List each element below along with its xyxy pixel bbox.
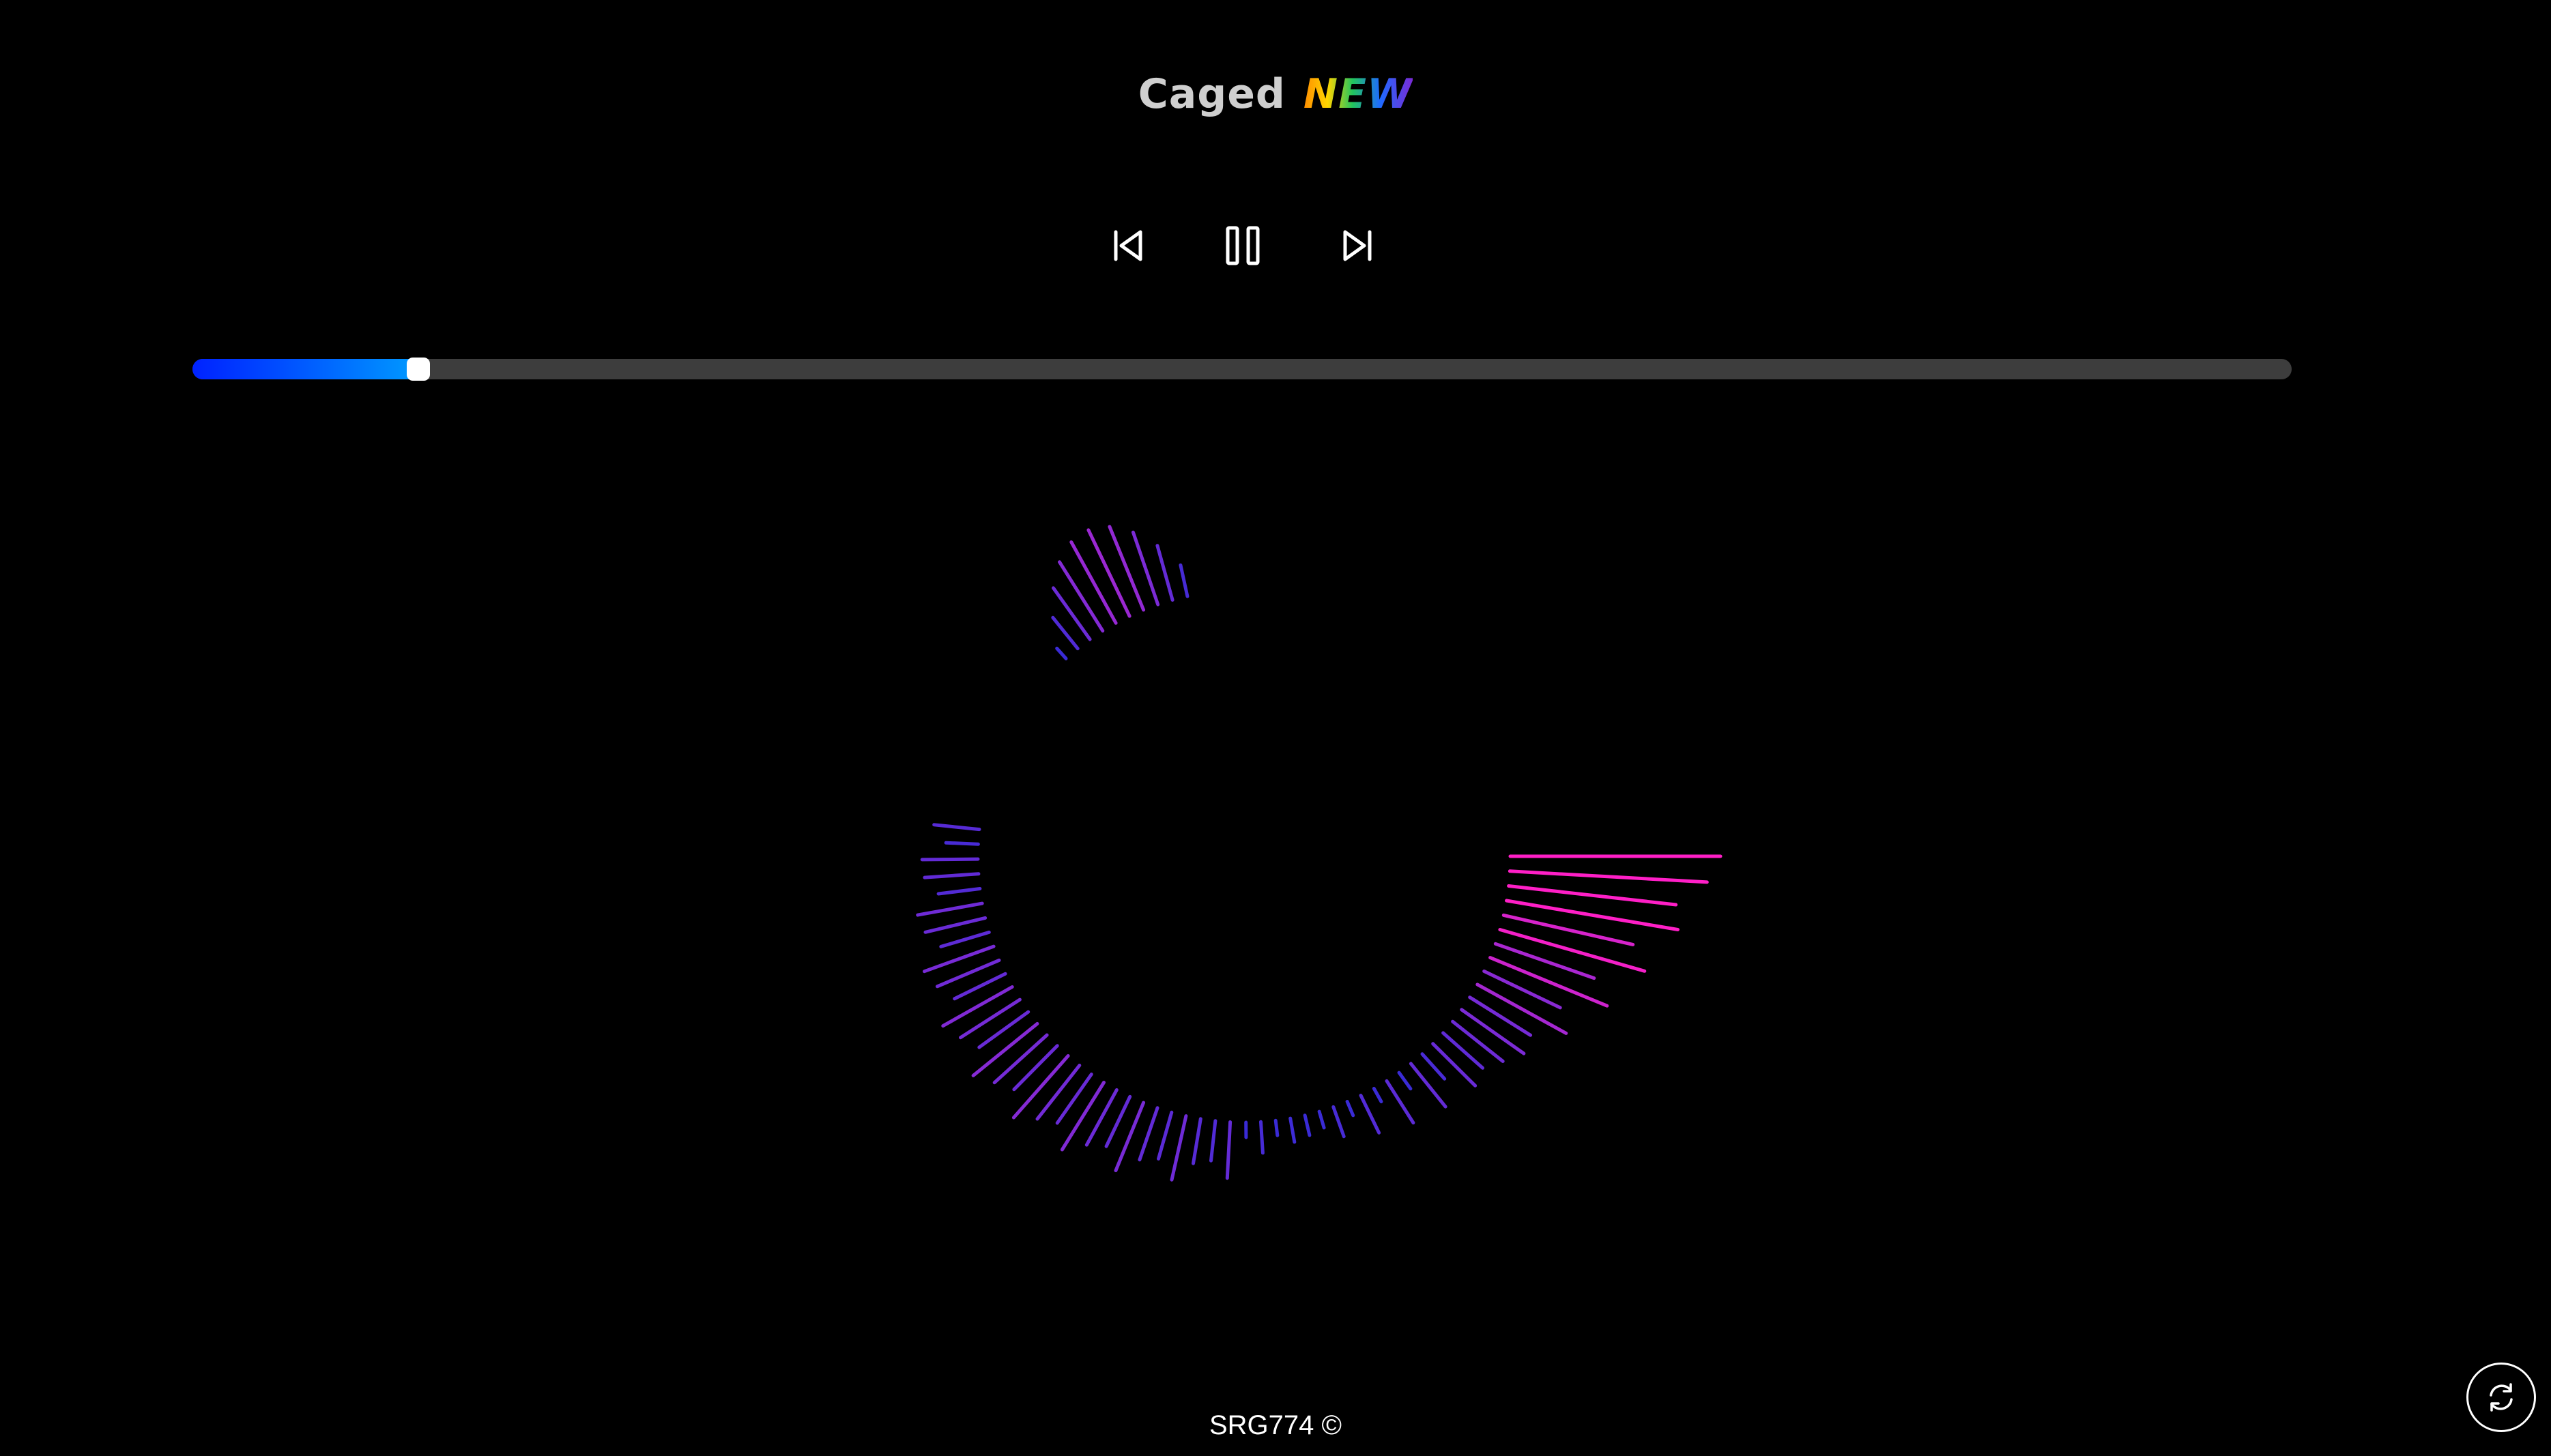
footer-copyright: SRG774 © — [1209, 1410, 1342, 1440]
visualizer-bar — [1114, 1101, 1146, 1173]
refresh-button[interactable] — [2466, 1363, 2536, 1432]
visualizer-bar — [953, 972, 1007, 1001]
progress-thumb[interactable] — [407, 358, 431, 381]
visualizer-bar — [1431, 1042, 1478, 1088]
visualizer-bar — [1508, 869, 1709, 884]
visualizer-bar — [939, 930, 991, 948]
visualizer-bar — [923, 916, 988, 934]
visualizer-bar — [1060, 1081, 1106, 1152]
visualizer-bar — [1086, 528, 1132, 618]
song-title-row: Caged NEW — [0, 67, 2551, 121]
visualizer-bar — [1317, 1109, 1326, 1130]
visualizer-bar — [1055, 646, 1068, 660]
visualizer-bar — [1451, 1019, 1505, 1063]
visualizer-bar — [1507, 884, 1678, 907]
visualizer-bar — [1225, 1120, 1233, 1180]
pause-icon — [1226, 226, 1260, 265]
visualizer-bar — [1460, 1008, 1526, 1055]
visualizer-bar — [923, 872, 981, 879]
visualizer-bar — [1192, 1117, 1202, 1165]
visualizer-bar — [920, 857, 980, 862]
skip-next-icon — [1343, 230, 1372, 261]
song-title: Caged — [1138, 70, 1286, 118]
visualizer-bar — [1345, 1100, 1355, 1118]
visualizer-bar — [1288, 1116, 1297, 1144]
visualizer-bar — [1385, 1079, 1415, 1125]
visualizer-bar — [1179, 563, 1190, 598]
visualizer-bar — [1069, 540, 1118, 625]
visualizer-bar — [1035, 1064, 1082, 1121]
progress-bar[interactable] — [192, 358, 2292, 381]
visualizer-bar — [1084, 1088, 1119, 1147]
visualizer-bar — [1155, 544, 1174, 602]
visualizer-bar — [1012, 1044, 1059, 1092]
visualizer-bar — [1209, 1119, 1217, 1163]
visualizer-bar — [1104, 1094, 1132, 1148]
visualizer-bar — [1493, 942, 1596, 980]
visualizer-bar — [1331, 1105, 1346, 1139]
visualizer-bar — [935, 958, 1001, 989]
pause-button[interactable] — [1215, 218, 1270, 273]
skip-previous-icon — [1114, 230, 1142, 261]
visualizer-bar — [1505, 899, 1680, 931]
visualizer-bar — [1501, 913, 1635, 946]
visualizer-bar — [932, 823, 981, 832]
visualizer-bar — [1259, 1120, 1265, 1155]
visualizer-bar — [1359, 1094, 1381, 1135]
visualizer-bar — [1051, 615, 1080, 651]
refresh-icon — [2490, 1383, 2513, 1412]
visualizer-bar — [1170, 1114, 1188, 1182]
visualizer-bar — [1011, 1054, 1070, 1120]
visualizer-bar — [1303, 1113, 1312, 1137]
previous-track-button[interactable] — [1101, 218, 1155, 273]
visualizer-bar — [1409, 1062, 1447, 1109]
visualizer-bar — [1052, 586, 1092, 641]
visualizer-bar — [1372, 1086, 1383, 1104]
visualizer-bar — [1273, 1118, 1280, 1137]
visualizer-bar — [1475, 982, 1568, 1035]
visualizer-bar — [971, 1021, 1039, 1077]
progress-fill — [192, 359, 424, 379]
playback-controls — [0, 218, 2551, 273]
next-track-button[interactable] — [1330, 218, 1385, 273]
visualizer-bar — [1482, 970, 1562, 1010]
visualizer-bar — [1055, 1073, 1093, 1125]
visualizer-bar — [1108, 525, 1146, 612]
visualizer-bar — [1468, 995, 1533, 1037]
new-badge: NEW — [1303, 67, 1413, 121]
visualizer-bar — [941, 985, 1014, 1028]
visualizer-bar — [1157, 1110, 1174, 1161]
visualizer-bar — [992, 1033, 1049, 1085]
visualizer-bar — [1441, 1031, 1484, 1070]
visualizer-bar — [944, 841, 980, 846]
visualizer-bar — [1138, 1106, 1159, 1162]
visualizer-bar — [1058, 560, 1105, 633]
visualizer-bar — [1397, 1071, 1413, 1091]
visualizer-bar — [916, 901, 984, 917]
visualizer-bar — [1131, 530, 1160, 607]
visualizer-bar — [1420, 1052, 1447, 1081]
visualizer-bar — [923, 944, 996, 974]
visualizer-bar — [1488, 956, 1609, 1008]
visualizer-bar — [959, 998, 1022, 1040]
visualizer-bar — [977, 1010, 1031, 1049]
visualizer-bar — [936, 887, 982, 896]
visualizer-bar — [1498, 928, 1647, 973]
